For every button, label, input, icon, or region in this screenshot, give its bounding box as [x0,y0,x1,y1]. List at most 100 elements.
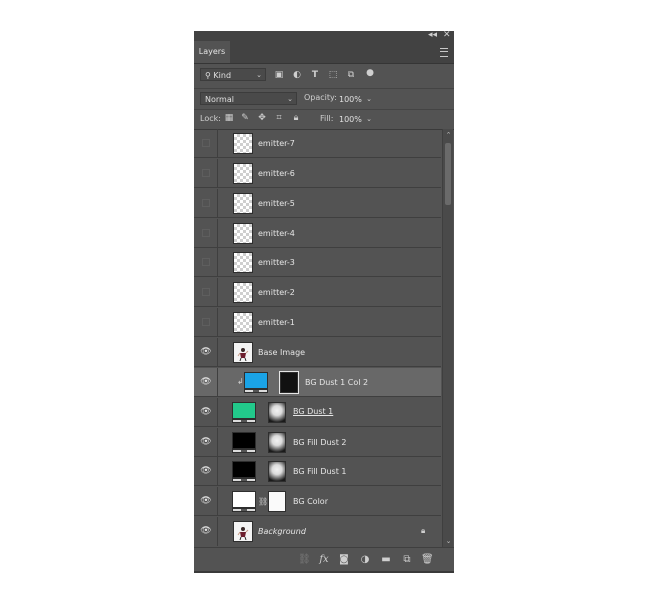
layer-row[interactable]: emitter-7 [194,129,441,158]
layer-visibility-toggle[interactable]: 👁︎ [194,398,218,427]
visibility-off-box[interactable] [202,199,210,207]
blend-mode-select[interactable]: Normal ⌄ [200,92,297,105]
scroll-up-icon[interactable]: ⌃ [444,131,453,139]
close-panel-icon[interactable]: ✕ [443,30,451,40]
new-layer-icon[interactable]: ⧉ [401,554,413,566]
layer-name: BG Dust 1 Col 2 [305,378,369,387]
layer-name: emitter-6 [258,169,295,178]
lock-position-icon[interactable]: ✥ [257,113,267,123]
layer-visibility-toggle[interactable]: 👁︎ [194,428,218,457]
new-group-icon[interactable]: ▬ [380,554,392,566]
layer-row[interactable]: 👁︎ BG Dust 1 [194,398,441,427]
lock-transparent-icon[interactable]: ▦ [224,113,234,123]
adjustment-layer-icon[interactable]: ◑ [359,554,371,566]
layer-thumbnail [233,521,253,542]
panel-menu-icon[interactable] [440,48,448,57]
link-layers-icon[interactable]: ⛓ [298,554,311,566]
layer-thumbnail [233,163,253,184]
shape-filter-icon[interactable]: ⬚ [328,70,338,80]
layer-visibility-toggle[interactable] [194,278,218,307]
filter-toggle-icon[interactable]: ● [365,68,375,78]
chevron-down-icon: ⌄ [256,71,262,79]
fill-layer-thumbnail [232,491,256,508]
smart-object-filter-icon[interactable]: ⧉ [346,70,356,80]
eye-icon[interactable]: 👁︎ [200,377,212,387]
layer-visibility-toggle[interactable] [194,129,218,158]
fill-layer-indicator [232,419,256,423]
lock-label: Lock: [200,114,221,123]
visibility-off-box[interactable] [202,139,210,147]
layer-mask-thumbnail [268,491,286,512]
layer-visibility-toggle[interactable]: 👁︎ [194,457,218,486]
filter-kind-label: Kind [213,71,232,80]
visibility-off-box[interactable] [202,318,210,326]
layer-visibility-toggle[interactable]: 👁︎ [194,368,218,397]
layer-name: emitter-1 [258,318,295,327]
layer-visibility-toggle[interactable] [194,159,218,188]
layer-visibility-toggle[interactable]: 👁︎ [194,517,218,546]
layer-row[interactable]: emitter-3 [194,248,441,277]
filter-row: ⚲ Kind ⌄ [194,64,454,86]
visibility-off-box[interactable] [202,258,210,266]
layer-visibility-toggle[interactable] [194,219,218,248]
layer-visibility-toggle[interactable]: 👁︎ [194,338,218,367]
visibility-off-box[interactable] [202,169,210,177]
collapse-panel-icon[interactable]: ◂◂ [428,30,437,40]
add-mask-icon[interactable]: ◙ [338,554,350,566]
fill-layer-indicator [244,389,268,393]
fill-layer-thumbnail [232,432,256,449]
layer-thumbnail [233,342,253,363]
eye-icon[interactable]: 👁︎ [200,496,212,506]
delete-layer-icon[interactable]: 🗑︎ [421,554,434,566]
fill-layer-indicator [232,478,256,482]
lock-artboard-icon[interactable]: ⌗ [274,113,284,123]
layer-row[interactable]: emitter-6 [194,159,441,188]
lock-all-icon[interactable]: 🔒︎ [291,113,301,123]
lock-image-icon[interactable]: ✎ [240,113,250,123]
fx-icon[interactable]: fx [318,554,330,566]
pixel-filter-icon[interactable]: ▣ [274,70,284,80]
layers-list: emitter-7 emitter-6 emitter-5 emitter-4 emit… [194,129,441,547]
visibility-off-box[interactable] [202,288,210,296]
layer-name: Background [258,527,306,536]
filter-kind-select[interactable]: ⚲ Kind ⌄ [200,68,266,81]
layer-row[interactable]: emitter-1 [194,308,441,337]
opacity-value: 100% [339,95,362,104]
layer-row[interactable]: 👁︎ Background 🔒︎ [194,517,441,546]
layer-row[interactable]: 👁︎ Base Image [194,338,441,367]
layer-name: emitter-2 [258,288,295,297]
tab-layers[interactable]: Layers [194,41,230,63]
eye-icon[interactable]: 👁︎ [200,407,212,417]
layer-thumbnail [233,252,253,273]
layers-scrollbar[interactable]: ⌃ ⌄ [442,129,453,547]
scrollbar-thumb[interactable] [445,143,451,205]
layer-row[interactable]: 👁︎ BG Fill Dust 2 [194,428,441,457]
layer-name: emitter-4 [258,229,295,238]
layer-name: emitter-7 [258,139,295,148]
fill-layer-thumbnail [232,461,256,478]
scroll-down-icon[interactable]: ⌄ [444,537,453,545]
layer-visibility-toggle[interactable] [194,308,218,337]
layer-visibility-toggle[interactable] [194,248,218,277]
eye-icon[interactable]: 👁︎ [200,347,212,357]
layer-row[interactable]: 👁︎ ⛓ BG Color [194,487,441,516]
eye-icon[interactable]: 👁︎ [200,526,212,536]
type-filter-icon[interactable]: T [310,70,320,80]
visibility-off-box[interactable] [202,229,210,237]
layer-row[interactable]: emitter-4 [194,219,441,248]
layer-row[interactable]: 👁︎ ↲ BG Dust 1 Col 2 [194,368,441,397]
eye-icon[interactable]: 👁︎ [200,437,212,447]
layer-row[interactable]: emitter-2 [194,278,441,307]
panel-footer [194,571,454,573]
layer-row[interactable]: 👁︎ BG Fill Dust 1 [194,457,441,486]
chevron-down-icon: ⌄ [366,95,372,103]
eye-icon[interactable]: 👁︎ [200,466,212,476]
adjustment-filter-icon[interactable]: ◐ [292,70,302,80]
layer-row[interactable]: emitter-5 [194,189,441,218]
fill-layer-indicator [232,449,256,453]
layer-visibility-toggle[interactable]: 👁︎ [194,487,218,516]
layer-thumbnail [233,133,253,154]
opacity-field[interactable]: 100% ⌄ [334,92,376,105]
layer-visibility-toggle[interactable] [194,189,218,218]
fill-field[interactable]: 100% ⌄ [334,112,376,125]
